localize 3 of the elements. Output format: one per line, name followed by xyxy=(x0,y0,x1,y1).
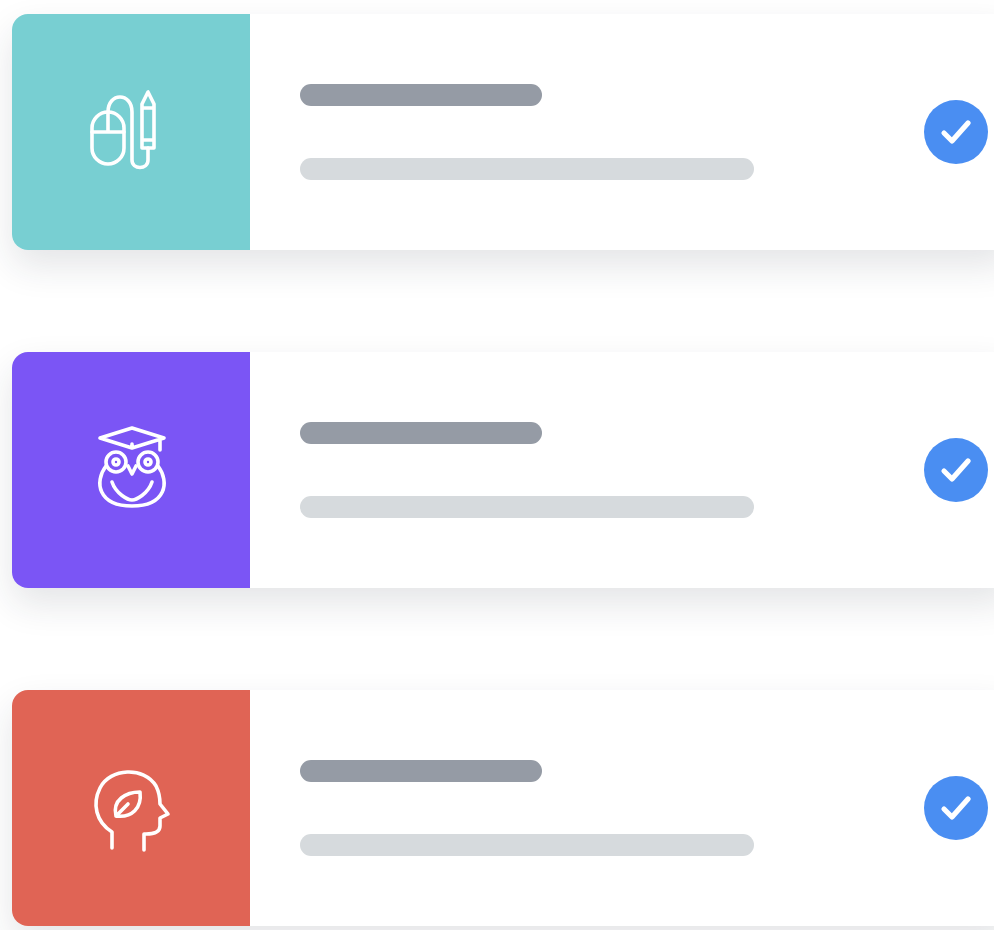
checkmark-icon[interactable] xyxy=(924,438,988,502)
checkmark-icon[interactable] xyxy=(924,100,988,164)
checkmark-icon[interactable] xyxy=(924,776,988,840)
